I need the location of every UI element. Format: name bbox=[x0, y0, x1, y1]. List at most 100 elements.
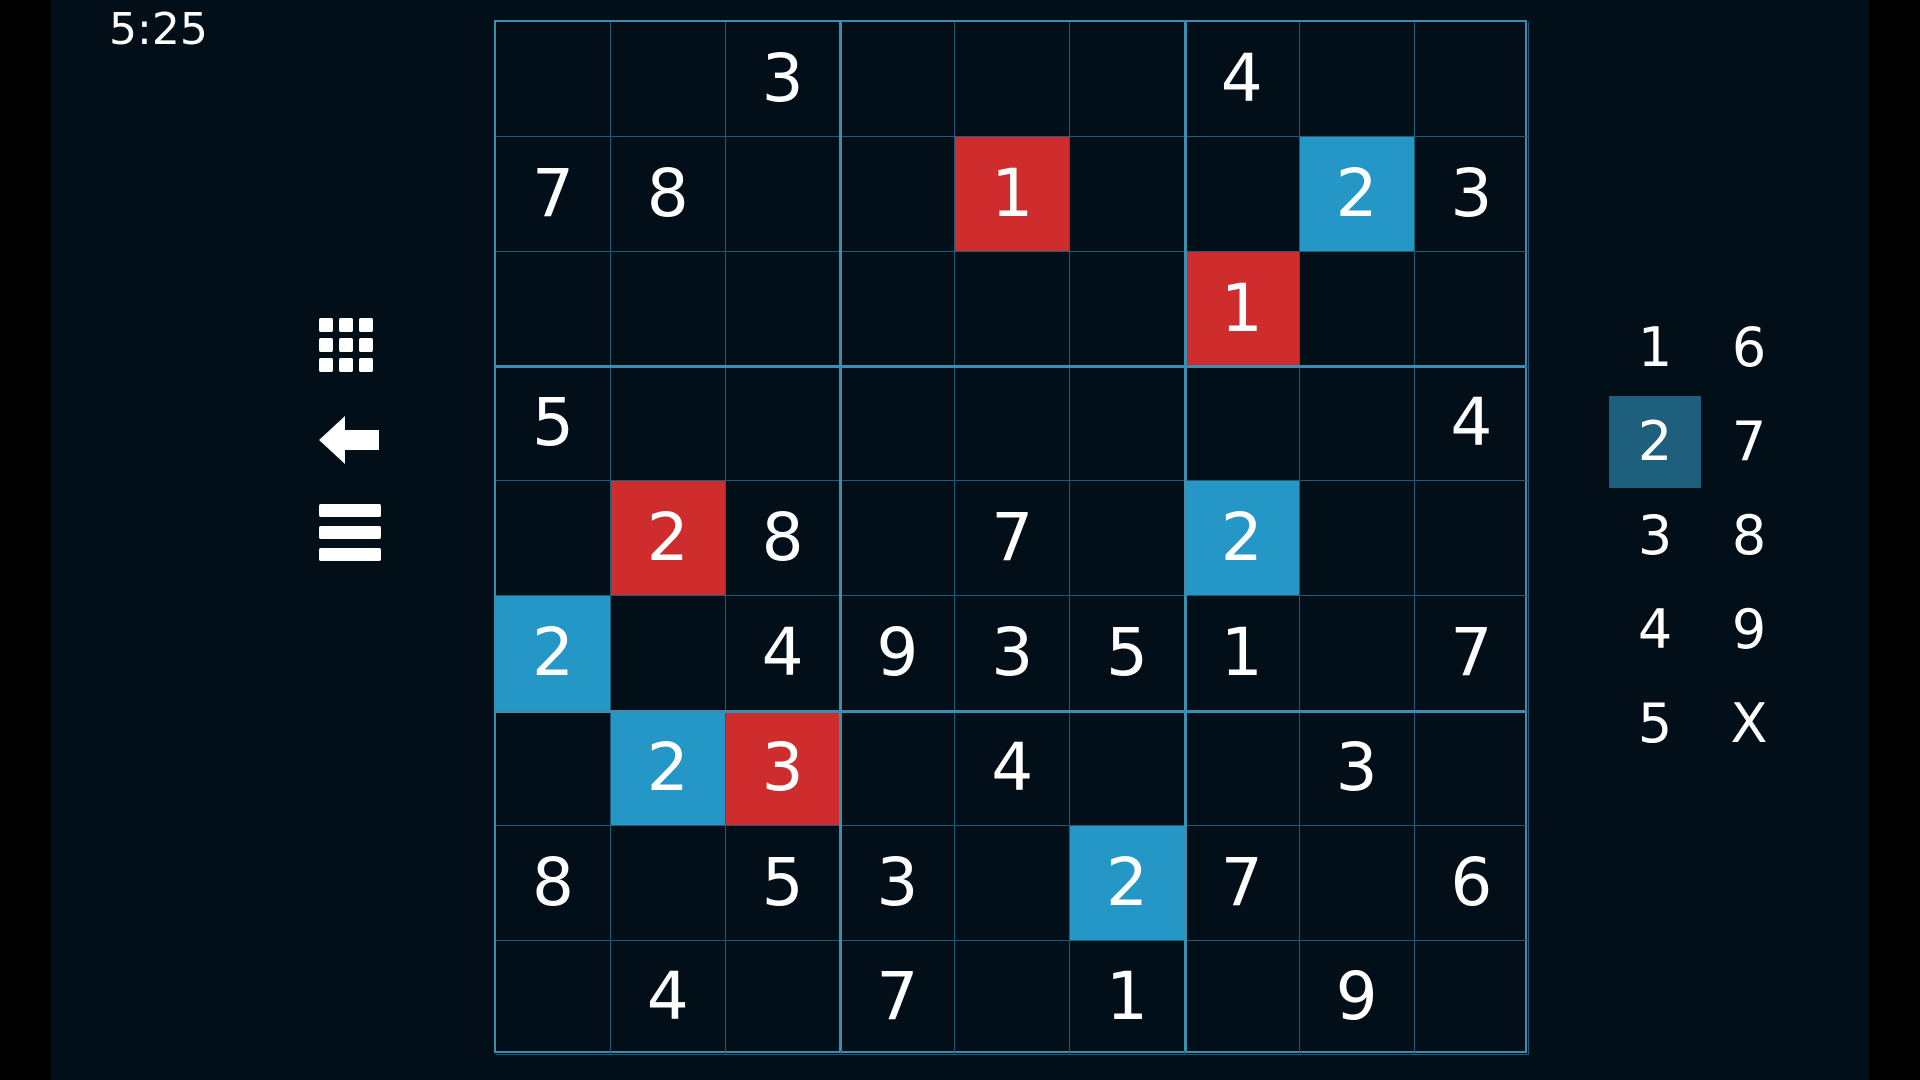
board-cell-r1-c2[interactable] bbox=[610, 22, 726, 137]
board-cell-r7-c1[interactable] bbox=[496, 710, 611, 826]
board-cell-r2-c5[interactable]: 1 bbox=[955, 136, 1071, 252]
board-cell-r8-c8[interactable] bbox=[1299, 825, 1415, 941]
board-cell-r8-c4[interactable]: 3 bbox=[840, 825, 956, 941]
pad-key-clear[interactable]: X bbox=[1703, 678, 1795, 770]
board-cell-r7-c2[interactable]: 2 bbox=[610, 710, 726, 826]
board-cell-r7-c4[interactable] bbox=[840, 710, 956, 826]
board-cell-r3-c5[interactable] bbox=[955, 251, 1071, 367]
board-cell-r5-c9[interactable] bbox=[1414, 481, 1530, 597]
board-cell-r9-c4[interactable]: 7 bbox=[840, 940, 956, 1056]
board-cell-r6-c5[interactable]: 3 bbox=[955, 596, 1071, 711]
board-cell-r9-c3[interactable] bbox=[725, 940, 841, 1056]
board-cell-r9-c9[interactable] bbox=[1414, 940, 1530, 1056]
board-cell-r2-c1[interactable]: 7 bbox=[496, 136, 611, 252]
game-screen: 5:25 3 4 7 8 1 2 3 1 5 4 2 8 7 2 2 4 9 3… bbox=[51, 0, 1869, 1080]
timer: 5:25 bbox=[109, 4, 208, 55]
board-cell-r2-c2[interactable]: 8 bbox=[610, 136, 726, 252]
board-cell-r5-c8[interactable] bbox=[1299, 481, 1415, 597]
board-cell-r6-c8[interactable] bbox=[1299, 596, 1415, 711]
pad-key-2[interactable]: 2 bbox=[1609, 396, 1701, 488]
menu-icon[interactable] bbox=[313, 500, 387, 570]
board-cell-r5-c4[interactable] bbox=[840, 481, 956, 597]
board-cell-r4-c4[interactable] bbox=[840, 366, 956, 482]
board-cell-r1-c4[interactable] bbox=[840, 22, 956, 137]
board-cell-r6-c7[interactable]: 1 bbox=[1184, 596, 1300, 711]
board-cell-r2-c8[interactable]: 2 bbox=[1299, 136, 1415, 252]
board-cell-r5-c3[interactable]: 8 bbox=[725, 481, 841, 597]
board-cell-r6-c3[interactable]: 4 bbox=[725, 596, 841, 711]
board-cell-r9-c5[interactable] bbox=[955, 940, 1071, 1056]
board-cell-r6-c4[interactable]: 9 bbox=[840, 596, 956, 711]
pad-key-8[interactable]: 8 bbox=[1703, 490, 1795, 582]
board-cell-r7-c8[interactable]: 3 bbox=[1299, 710, 1415, 826]
pad-key-3[interactable]: 3 bbox=[1609, 490, 1701, 582]
pad-key-9[interactable]: 9 bbox=[1703, 584, 1795, 676]
box-divider-vertical bbox=[1183, 22, 1187, 1051]
box-divider-horizontal bbox=[496, 709, 1525, 713]
board-cell-r3-c6[interactable] bbox=[1070, 251, 1185, 367]
board-cell-r5-c5[interactable]: 7 bbox=[955, 481, 1071, 597]
board-cell-r4-c3[interactable] bbox=[725, 366, 841, 482]
board-cell-r4-c7[interactable] bbox=[1184, 366, 1300, 482]
board-cell-r4-c9[interactable]: 4 bbox=[1414, 366, 1530, 482]
number-pad: 12345 6789X bbox=[1609, 302, 1809, 772]
board-cell-r2-c7[interactable] bbox=[1184, 136, 1300, 252]
board-cell-r7-c5[interactable]: 4 bbox=[955, 710, 1071, 826]
board-cell-r5-c7[interactable]: 2 bbox=[1184, 481, 1300, 597]
board-cell-r9-c1[interactable] bbox=[496, 940, 611, 1056]
board-cell-r6-c2[interactable] bbox=[610, 596, 726, 711]
board-cell-r9-c7[interactable] bbox=[1184, 940, 1300, 1056]
pad-key-4[interactable]: 4 bbox=[1609, 584, 1701, 676]
board-cell-r9-c8[interactable]: 9 bbox=[1299, 940, 1415, 1056]
pad-key-6[interactable]: 6 bbox=[1703, 302, 1795, 394]
board-cell-r8-c6[interactable]: 2 bbox=[1070, 825, 1185, 941]
board-cell-r4-c6[interactable] bbox=[1070, 366, 1185, 482]
board-cell-r3-c4[interactable] bbox=[840, 251, 956, 367]
pad-key-1[interactable]: 1 bbox=[1609, 302, 1701, 394]
board-cell-r1-c6[interactable] bbox=[1070, 22, 1185, 137]
board-cell-r1-c9[interactable] bbox=[1414, 22, 1530, 137]
board-cell-r1-c7[interactable]: 4 bbox=[1184, 22, 1300, 137]
board-cell-r6-c9[interactable]: 7 bbox=[1414, 596, 1530, 711]
board-cell-r2-c6[interactable] bbox=[1070, 136, 1185, 252]
board-cell-r4-c8[interactable] bbox=[1299, 366, 1415, 482]
board-cell-r7-c6[interactable] bbox=[1070, 710, 1185, 826]
board-cell-r5-c2[interactable]: 2 bbox=[610, 481, 726, 597]
board-cell-r3-c1[interactable] bbox=[496, 251, 611, 367]
board-cell-r8-c5[interactable] bbox=[955, 825, 1071, 941]
grid-icon[interactable] bbox=[313, 312, 387, 382]
box-divider-vertical bbox=[839, 22, 843, 1051]
board-cell-r7-c7[interactable] bbox=[1184, 710, 1300, 826]
board-cell-r4-c1[interactable]: 5 bbox=[496, 366, 611, 482]
board-cell-r1-c1[interactable] bbox=[496, 22, 611, 137]
board-cell-r1-c8[interactable] bbox=[1299, 22, 1415, 137]
board-cell-r3-c3[interactable] bbox=[725, 251, 841, 367]
board-cell-r3-c8[interactable] bbox=[1299, 251, 1415, 367]
board-cell-r4-c5[interactable] bbox=[955, 366, 1071, 482]
board-cell-r8-c2[interactable] bbox=[610, 825, 726, 941]
board-cell-r3-c9[interactable] bbox=[1414, 251, 1530, 367]
board-cell-r8-c3[interactable]: 5 bbox=[725, 825, 841, 941]
board-cell-r6-c6[interactable]: 5 bbox=[1070, 596, 1185, 711]
board-cell-r2-c9[interactable]: 3 bbox=[1414, 136, 1530, 252]
board-cell-r8-c1[interactable]: 8 bbox=[496, 825, 611, 941]
pad-key-5[interactable]: 5 bbox=[1609, 678, 1701, 770]
board-cell-r9-c6[interactable]: 1 bbox=[1070, 940, 1185, 1056]
board-cell-r3-c7[interactable]: 1 bbox=[1184, 251, 1300, 367]
board-cell-r8-c9[interactable]: 6 bbox=[1414, 825, 1530, 941]
board-cell-r9-c2[interactable]: 4 bbox=[610, 940, 726, 1056]
board-cell-r2-c3[interactable] bbox=[725, 136, 841, 252]
board-cell-r6-c1[interactable]: 2 bbox=[496, 596, 611, 711]
board-cell-r8-c7[interactable]: 7 bbox=[1184, 825, 1300, 941]
board-cell-r1-c5[interactable] bbox=[955, 22, 1071, 137]
board-cell-r2-c4[interactable] bbox=[840, 136, 956, 252]
board-cell-r5-c1[interactable] bbox=[496, 481, 611, 597]
back-arrow-icon[interactable] bbox=[313, 410, 387, 480]
board-cell-r3-c2[interactable] bbox=[610, 251, 726, 367]
board-cell-r1-c3[interactable]: 3 bbox=[725, 22, 841, 137]
board-cell-r7-c3[interactable]: 3 bbox=[725, 710, 841, 826]
board-cell-r5-c6[interactable] bbox=[1070, 481, 1185, 597]
board-cell-r4-c2[interactable] bbox=[610, 366, 726, 482]
pad-key-7[interactable]: 7 bbox=[1703, 396, 1795, 488]
board-cell-r7-c9[interactable] bbox=[1414, 710, 1530, 826]
